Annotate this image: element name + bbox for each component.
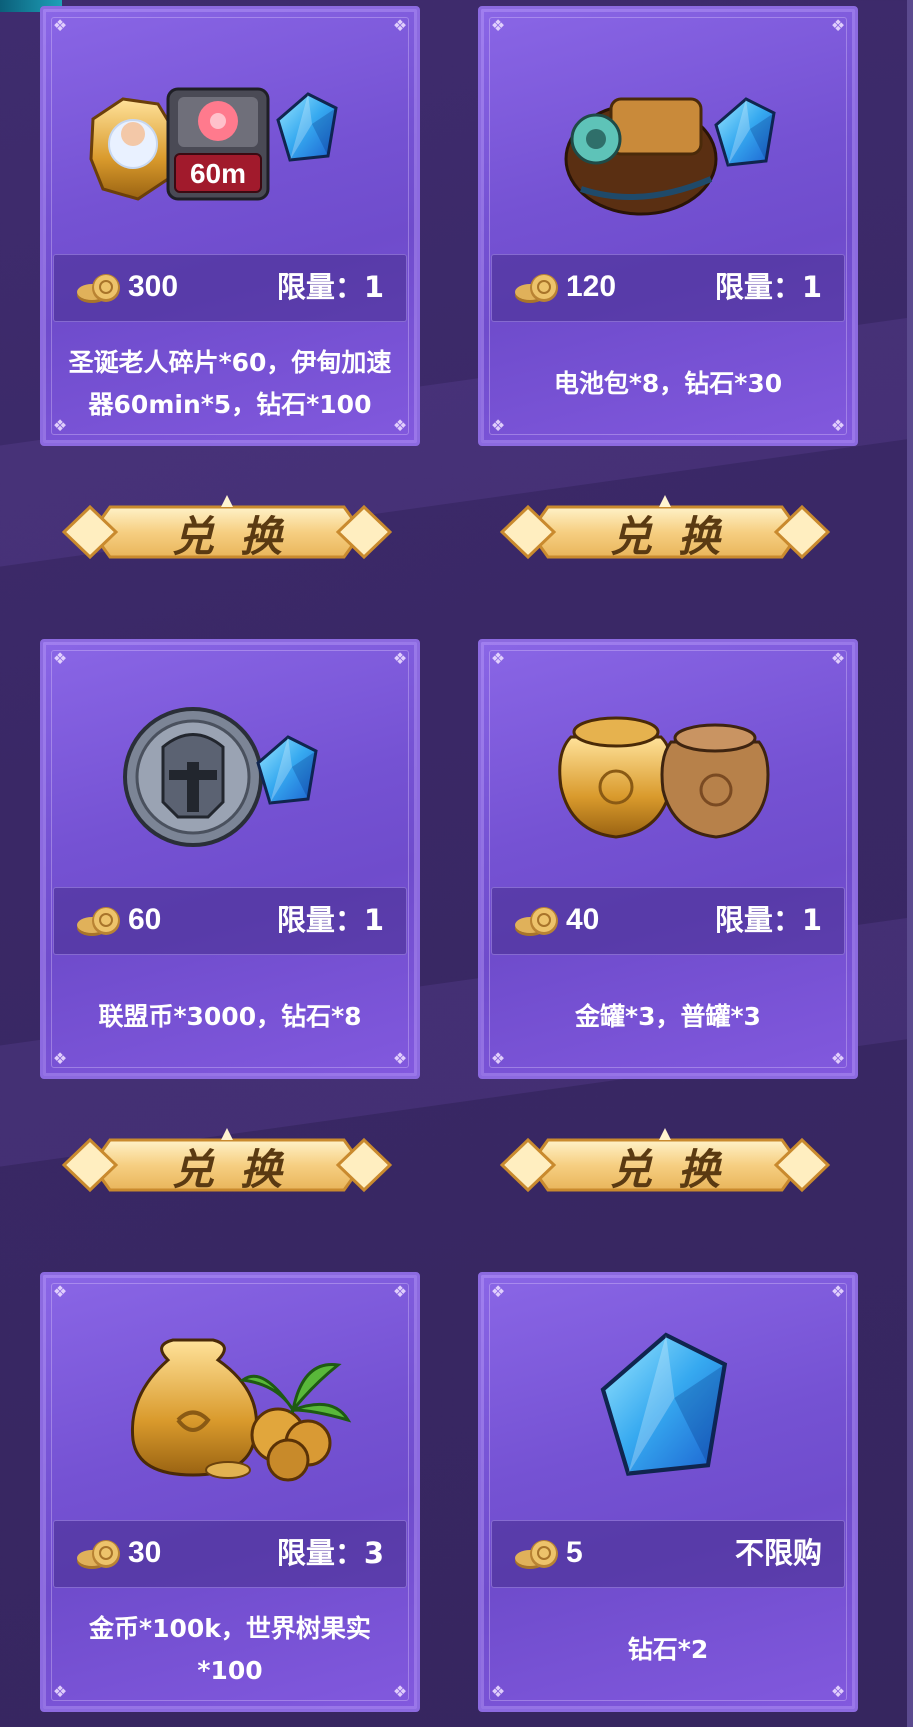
exchange-button-label: 兑换: [171, 1145, 308, 1194]
price-value: 120: [566, 270, 617, 303]
purchase-limit: 限量：3: [276, 1536, 384, 1570]
corner-ornament-icon: ❖: [52, 16, 68, 35]
coin-icon: [514, 1539, 559, 1570]
purchase-limit: 限量：1: [276, 903, 384, 937]
price-value: 40: [566, 903, 600, 936]
accelerator-badge: 60m: [190, 158, 246, 189]
reward-description: 金币*100k，世界树果实*100: [89, 1614, 371, 1685]
coin-icon: [76, 273, 121, 304]
santa-shard-accelerator-diamond-icon: 60m: [89, 87, 338, 201]
gold-jar-normal-jar-icon: [558, 716, 770, 839]
shop-card-6: ❖ ❖ ❖ ❖ 5 不限购 钻石*2: [478, 1272, 858, 1712]
reward-description: 联盟币*3000，钻石*8: [98, 1002, 362, 1031]
reward-description: 圣诞老人碎片*60，伊甸加速器60min*5，钻石*100: [68, 348, 392, 419]
reward-description: 钻石*2: [627, 1635, 709, 1664]
price-value: 30: [128, 1536, 162, 1569]
gold-coin-bag-world-tree-fruit-icon: [130, 1338, 352, 1482]
price-bar: 5 不限购: [491, 1520, 845, 1588]
price-bar: 300 限量：1: [53, 254, 407, 322]
corner-ornament-icon: ❖: [490, 649, 506, 668]
shop-card-5: ❖ ❖ ❖ ❖ 30 限量：3 金币*100k，世界树果实*100: [40, 1272, 420, 1712]
exchange-button-label: 兑换: [609, 512, 746, 561]
exchange-button-label: 兑换: [609, 1145, 746, 1194]
shop-card-1: ❖ ❖ ❖ ❖ 60m 300 限量：1 圣诞老人碎片*60，伊甸加速器60mi…: [40, 6, 420, 446]
purchase-limit: 不限购: [734, 1536, 822, 1570]
price-value: 60: [128, 903, 162, 936]
price-bar: 120 限量：1: [491, 254, 845, 322]
corner-ornament-icon: ❖: [830, 1282, 846, 1301]
exchange-button-1[interactable]: 兑换: [61, 487, 393, 577]
exchange-button-4[interactable]: 兑换: [499, 1120, 831, 1210]
shop-card-3: ❖ ❖ ❖ ❖ 60 限量：1 联盟币*3000，钻石*8: [40, 639, 420, 1079]
coin-icon: [514, 906, 559, 937]
shop-card-4: ❖ ❖ ❖ ❖ 40 限量：1 金罐*3，普罐*3: [478, 639, 858, 1079]
reward-description: 电池包*8，钻石*30: [553, 369, 783, 398]
exchange-button-2[interactable]: 兑换: [499, 487, 831, 577]
corner-ornament-icon: ❖: [392, 16, 408, 35]
price-value: 5: [566, 1536, 583, 1569]
reward-description: 金罐*3，普罐*3: [575, 1002, 761, 1031]
price-bar: 40 限量：1: [491, 887, 845, 955]
corner-ornament-icon: ❖: [490, 1282, 506, 1301]
purchase-limit: 限量：1: [276, 270, 384, 304]
price-bar: 30 限量：3: [53, 1520, 407, 1588]
corner-ornament-icon: ❖: [490, 16, 506, 35]
coin-icon: [76, 906, 121, 937]
shop-card-2: ❖ ❖ ❖ ❖ 120 限量：1 电池包*8，钻石*30: [478, 6, 858, 446]
corner-ornament-icon: ❖: [52, 649, 68, 668]
corner-ornament-icon: ❖: [52, 1282, 68, 1301]
battery-pack-diamond-icon: [564, 97, 776, 216]
purchase-limit: 限量：1: [714, 270, 822, 304]
price-value: 300: [128, 270, 179, 303]
corner-ornament-icon: ❖: [830, 649, 846, 668]
coin-icon: [514, 273, 559, 304]
exchange-button-label: 兑换: [171, 512, 308, 561]
alliance-coin-diamond-icon: [123, 707, 318, 847]
diamond-icon: [600, 1332, 728, 1476]
scrollbar[interactable]: [907, 0, 913, 1727]
corner-ornament-icon: ❖: [830, 16, 846, 35]
coin-icon: [76, 1539, 121, 1570]
price-bar: 60 限量：1: [53, 887, 407, 955]
corner-ornament-icon: ❖: [392, 1282, 408, 1301]
corner-ornament-icon: ❖: [392, 649, 408, 668]
exchange-button-3[interactable]: 兑换: [61, 1120, 393, 1210]
purchase-limit: 限量：1: [714, 903, 822, 937]
